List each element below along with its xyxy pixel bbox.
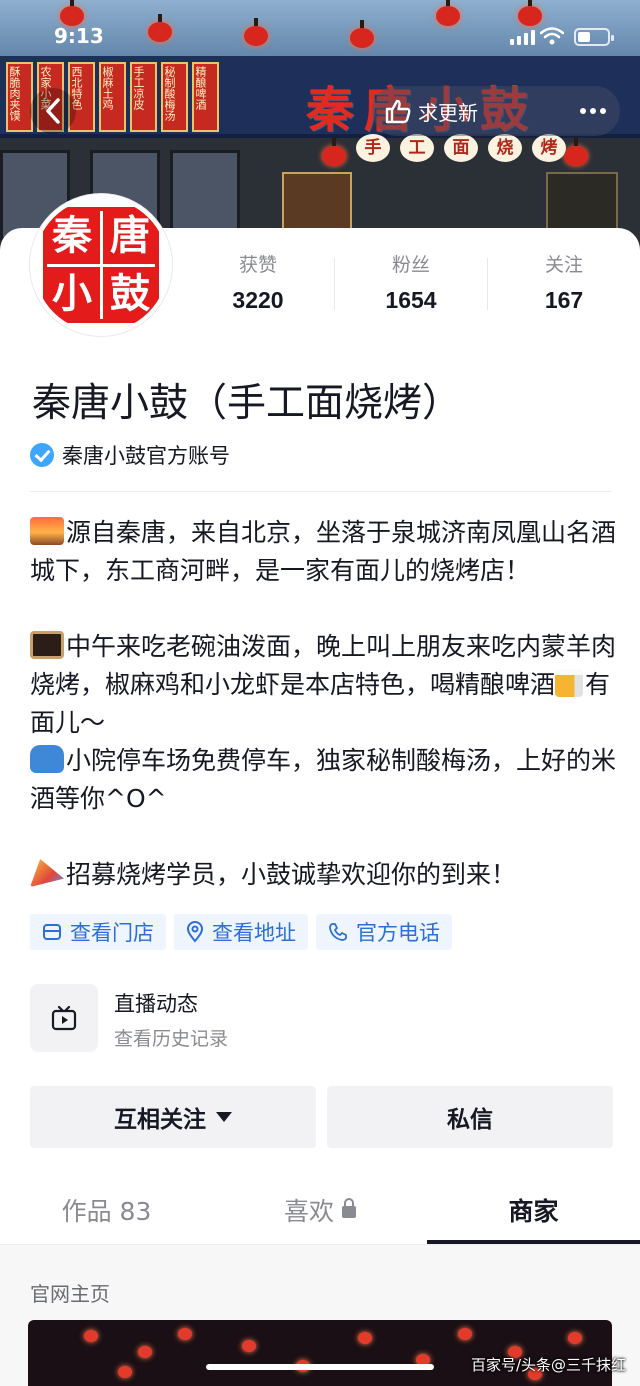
avatar[interactable]: 秦 唐 小 鼓 bbox=[30, 194, 172, 336]
shop-tag-row: 手 工 面 烧 烤 bbox=[356, 134, 566, 162]
stat-label: 粉丝 bbox=[391, 254, 430, 276]
tab-works[interactable]: 作品 83 bbox=[0, 1176, 213, 1244]
home-indicator[interactable] bbox=[206, 1364, 434, 1370]
shop-tag-char: 工 bbox=[400, 134, 434, 162]
back-button[interactable] bbox=[30, 88, 76, 134]
party-popper-emoji-icon bbox=[30, 859, 64, 887]
location-pin-icon bbox=[186, 921, 204, 943]
battery-icon bbox=[574, 28, 614, 46]
official-homepage-image[interactable] bbox=[28, 1320, 612, 1386]
stat-label: 获赞 bbox=[238, 254, 277, 276]
live-title: 直播动态 bbox=[114, 992, 198, 1016]
beer-mug-emoji-icon bbox=[555, 669, 584, 697]
verified-label: 秦唐小鼓官方账号 bbox=[62, 444, 230, 468]
side-banner: 精酿啤酒 bbox=[192, 62, 219, 132]
message-button[interactable]: 私信 bbox=[327, 1086, 613, 1148]
profile-tabs: 作品 83 喜欢 商家 bbox=[0, 1176, 640, 1246]
thumbs-up-icon bbox=[385, 99, 411, 124]
mutual-follow-button[interactable]: 互相关注 bbox=[30, 1086, 316, 1148]
divider bbox=[30, 491, 612, 492]
verified-badge[interactable]: 秦唐小鼓官方账号 bbox=[30, 440, 230, 470]
profile-name: 秦唐小鼓（手工面烧烤） bbox=[32, 381, 462, 426]
avatar-char: 唐 bbox=[110, 212, 150, 259]
car-emoji-icon bbox=[30, 745, 64, 773]
request-update-button[interactable]: 求更新 bbox=[384, 86, 478, 136]
avatar-char: 鼓 bbox=[110, 270, 150, 317]
shop-tag-char: 烤 bbox=[532, 134, 566, 162]
shop-tag-char: 烧 bbox=[488, 134, 522, 162]
avatar-seal-logo: 秦 唐 小 鼓 bbox=[43, 207, 159, 323]
message-label: 私信 bbox=[447, 1107, 493, 1133]
section-title: 官网主页 bbox=[30, 1282, 110, 1306]
bio-paragraph: 小院停车场免费停车，独家秘制酸梅汤，上好的米酒等你^O^ bbox=[30, 746, 617, 813]
stat-value: 3220 bbox=[232, 287, 284, 313]
verified-check-icon bbox=[30, 443, 54, 467]
sunset-emoji-icon bbox=[30, 517, 64, 545]
view-address-chip[interactable]: 查看地址 bbox=[174, 914, 308, 950]
tab-label: 喜欢 bbox=[283, 1197, 334, 1226]
tab-label: 作品 83 bbox=[61, 1197, 152, 1226]
profile-bio: 源自秦唐，来自北京，坐落于泉城济南凤凰山名酒城下，东工商河畔，是一家有面儿的烧烤… bbox=[30, 514, 620, 894]
status-bar: 9:13 bbox=[0, 0, 640, 70]
profile-stats: 获赞 3220 粉丝 1654 关注 167 bbox=[182, 250, 640, 320]
stat-likes[interactable]: 获赞 3220 bbox=[182, 250, 334, 314]
chip-label: 官方电话 bbox=[356, 921, 440, 945]
view-store-chip[interactable]: 查看门店 bbox=[30, 914, 166, 950]
shop-tag-char: 手 bbox=[356, 134, 390, 162]
shop-poster bbox=[546, 172, 618, 232]
live-tv-icon bbox=[30, 984, 98, 1052]
follow-label: 互相关注 bbox=[114, 1107, 206, 1133]
store-icon bbox=[43, 924, 61, 940]
top-action-pill: 求更新 bbox=[372, 86, 620, 136]
tab-likes[interactable]: 喜欢 bbox=[213, 1176, 427, 1244]
watermark: 百家号/头条@三千抹红 bbox=[470, 1356, 626, 1374]
bio-paragraph: 中午来吃老碗油泼面，晚上叫上朋友来吃内蒙羊肉烧烤，椒麻鸡和小龙虾是本店特色，喝精… bbox=[30, 632, 617, 699]
live-subtitle: 查看历史记录 bbox=[114, 1028, 229, 1050]
lock-icon bbox=[342, 1198, 356, 1218]
live-history-row[interactable]: 直播动态 查看历史记录 bbox=[30, 984, 610, 1054]
official-phone-chip[interactable]: 官方电话 bbox=[316, 914, 452, 950]
wifi-icon bbox=[540, 27, 564, 45]
avatar-char: 小 bbox=[52, 270, 92, 317]
tab-store[interactable]: 商家 bbox=[427, 1176, 640, 1244]
stat-followers[interactable]: 粉丝 1654 bbox=[335, 250, 487, 314]
stat-following[interactable]: 关注 167 bbox=[488, 250, 640, 314]
lantern bbox=[564, 138, 588, 166]
cellular-signal-icon bbox=[510, 30, 535, 45]
shop-tag-char: 面 bbox=[444, 134, 478, 162]
side-banner: 手工凉皮 bbox=[130, 62, 157, 132]
side-banner: 椒麻土鸡 bbox=[99, 62, 126, 132]
stat-label: 关注 bbox=[544, 254, 583, 276]
shop-window bbox=[170, 150, 240, 240]
stat-value: 1654 bbox=[385, 287, 437, 313]
avatar-char: 秦 bbox=[52, 212, 92, 259]
tab-label: 商家 bbox=[508, 1197, 559, 1226]
stat-value: 167 bbox=[544, 287, 584, 313]
bio-paragraph: 源自秦唐，来自北京，坐落于泉城济南凤凰山名酒城下，东工商河畔，是一家有面儿的烧烤… bbox=[30, 518, 617, 585]
side-banner: 秘制酸梅汤 bbox=[161, 62, 188, 132]
bento-box-emoji-icon bbox=[30, 631, 64, 659]
caret-down-icon bbox=[216, 1112, 232, 1122]
chip-label: 查看门店 bbox=[70, 921, 154, 945]
more-options-icon[interactable] bbox=[580, 86, 606, 136]
status-time: 9:13 bbox=[54, 24, 104, 48]
bio-paragraph: 招募烧烤学员，小鼓诚挚欢迎你的到来！ bbox=[66, 860, 517, 889]
request-update-label: 求更新 bbox=[418, 100, 478, 125]
lantern bbox=[322, 138, 346, 166]
chip-label: 查看地址 bbox=[212, 921, 296, 945]
profile-link-chips: 查看门店 查看地址 官方电话 bbox=[30, 914, 452, 950]
chevron-left-icon bbox=[46, 98, 60, 124]
side-banner: 酥脆肉夹馍 bbox=[6, 62, 33, 132]
phone-icon bbox=[329, 923, 347, 941]
